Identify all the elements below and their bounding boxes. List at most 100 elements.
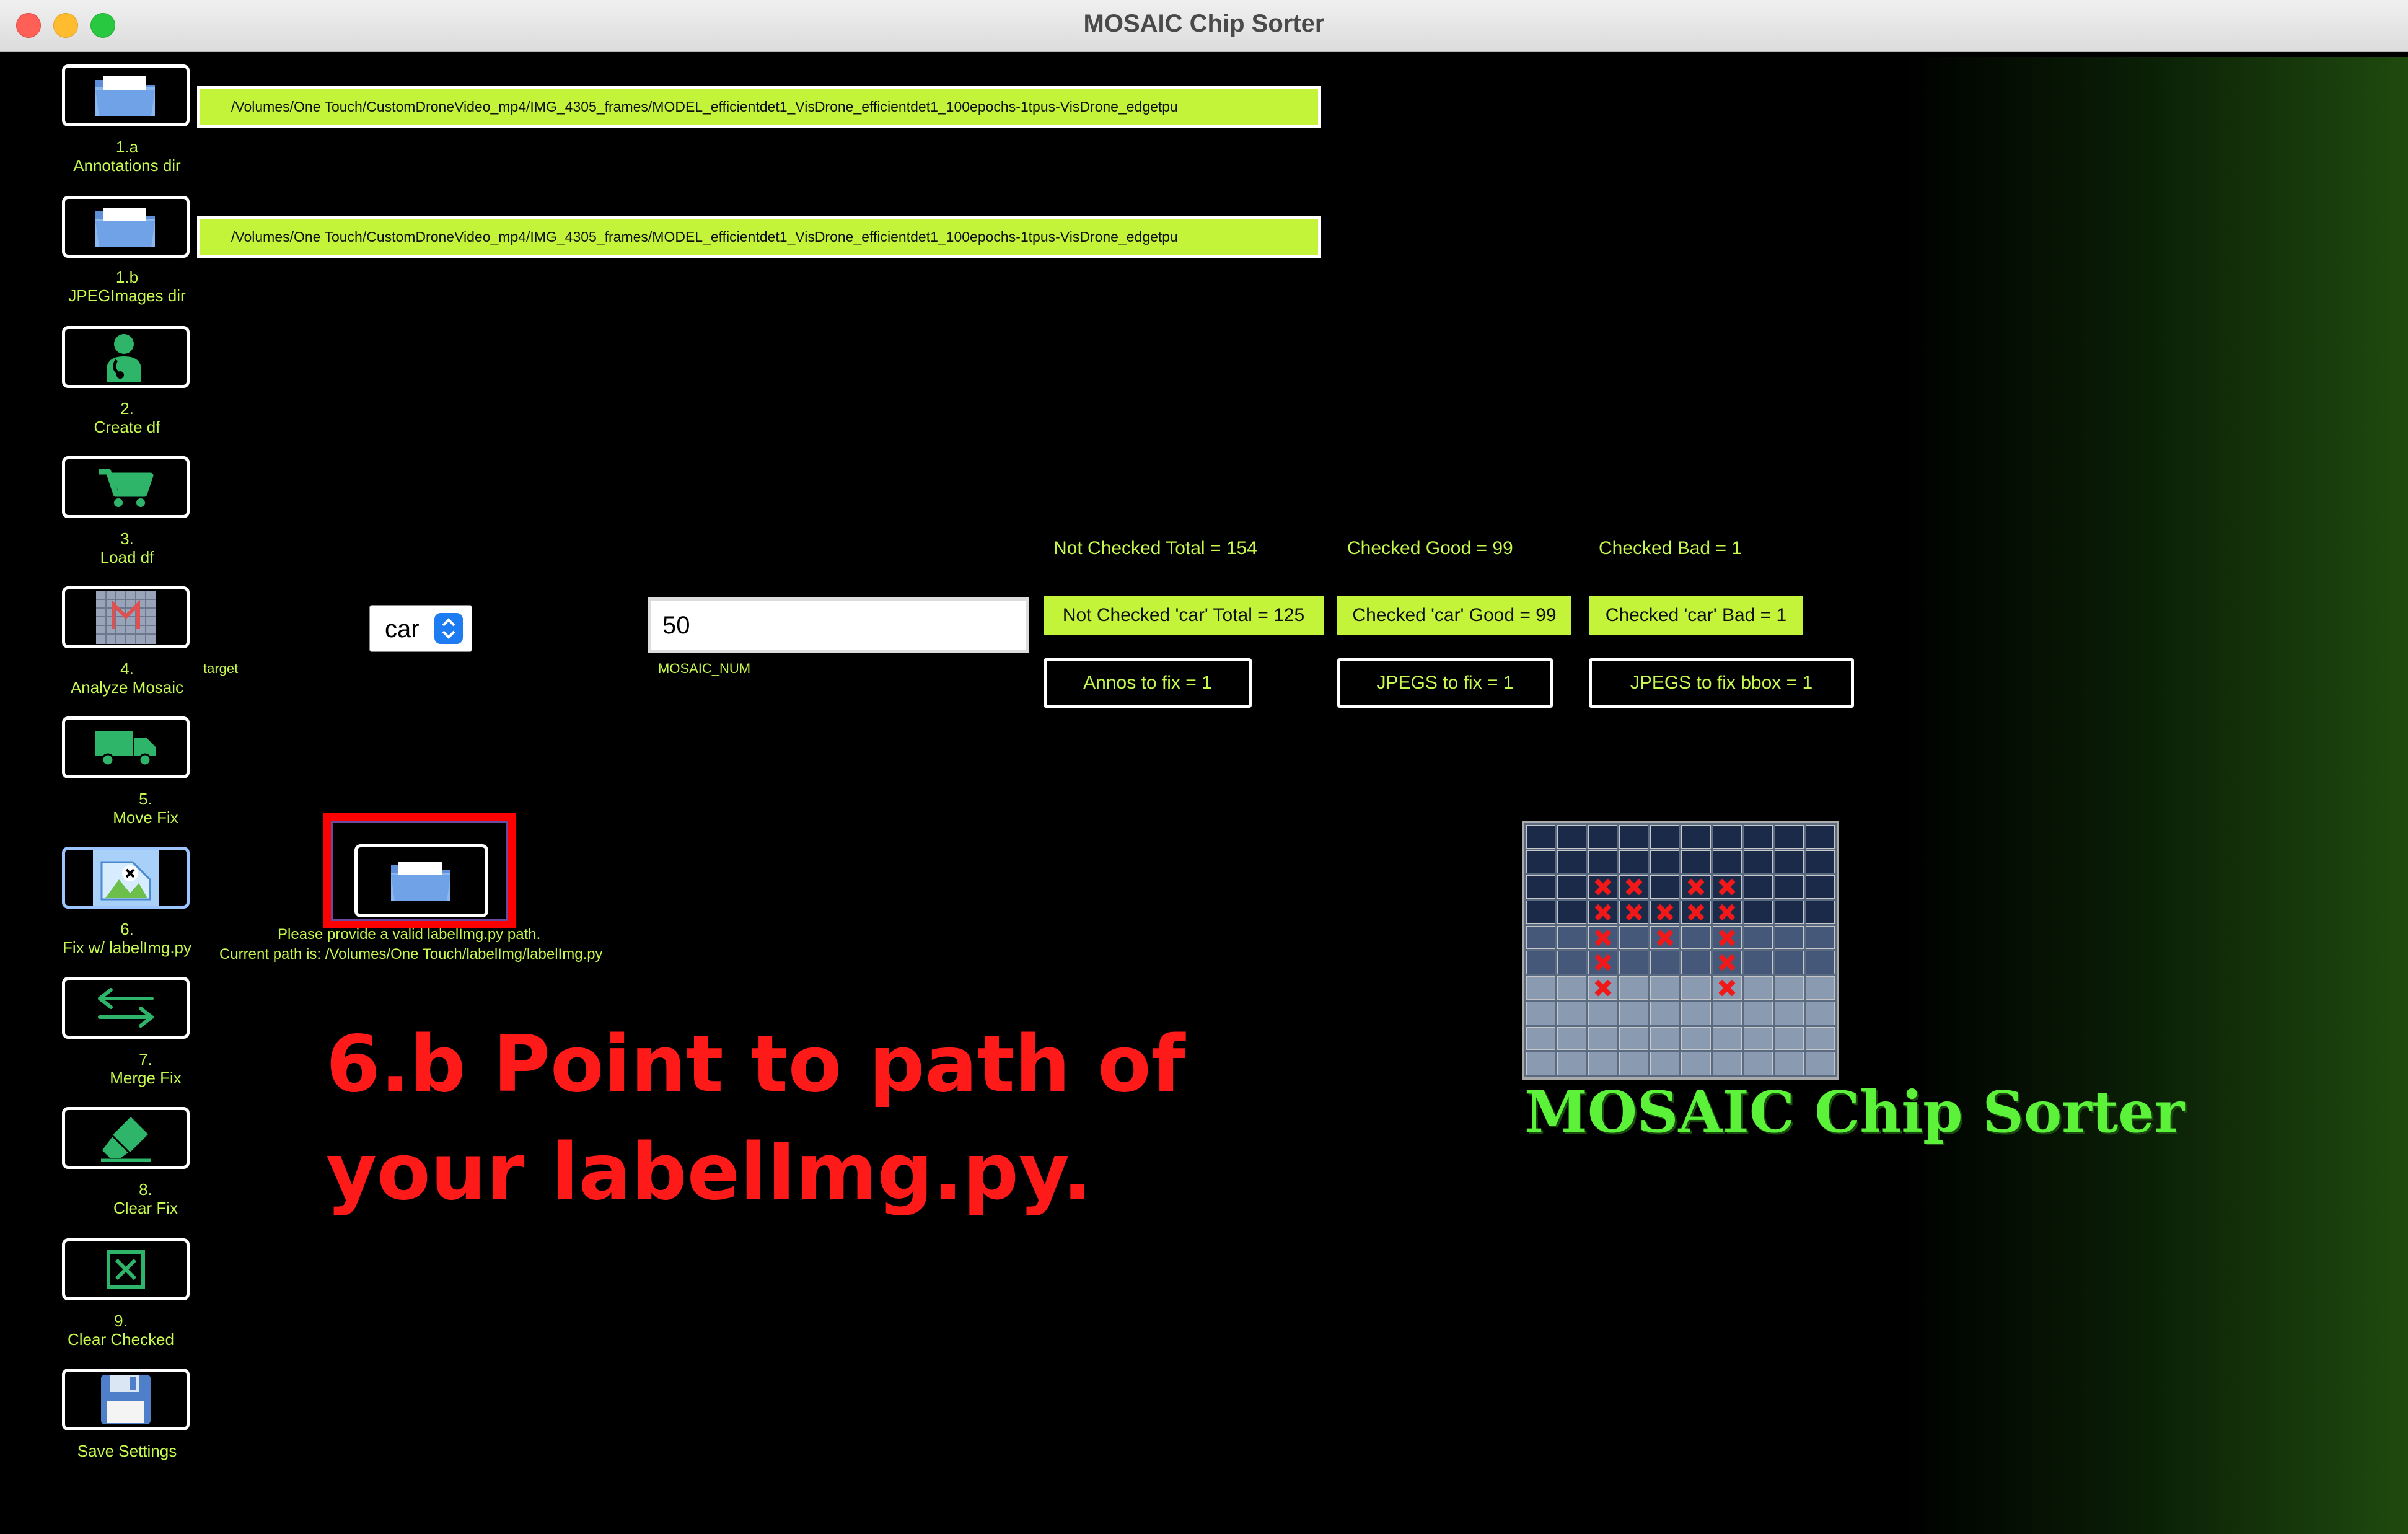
annotation-line-1: 6.b Point to path of	[326, 1018, 1185, 1109]
load-df-num: 3.	[120, 529, 134, 548]
mosaic-tile	[1588, 850, 1618, 874]
mosaic-preview	[1522, 821, 1839, 1080]
mosaic-tile	[1743, 1052, 1773, 1075]
labelimg-path-button[interactable]	[354, 844, 488, 917]
mosaic-tile	[1619, 850, 1649, 874]
mosaic-tile	[1743, 825, 1773, 849]
mosaic-tile	[1557, 875, 1587, 899]
mosaic-tile	[1712, 976, 1742, 1000]
labelimg-current-path: Current path is: /Volumes/One Touch/labe…	[219, 946, 603, 963]
mosaic-tile	[1619, 901, 1649, 924]
mosaic-tile	[1588, 901, 1618, 924]
annos-to-fix-button[interactable]: Annos to fix = 1	[1044, 658, 1252, 708]
mosaic-tile	[1805, 825, 1835, 849]
mosaic-tile	[1557, 925, 1587, 950]
mosaic-tile	[1619, 951, 1649, 975]
mosaic-tile	[1681, 875, 1711, 899]
annotations-dir-button[interactable]	[62, 64, 190, 126]
mosaic-tile	[1681, 850, 1711, 874]
checked-car-good: Checked 'car' Good = 99	[1337, 596, 1571, 635]
mosaic-tile	[1650, 850, 1680, 874]
mosaic-tile	[1526, 1026, 1556, 1051]
jpegimages-dir-num: 1.b	[115, 268, 139, 286]
create-df-button[interactable]	[62, 326, 190, 388]
clear-checked-num: 9.	[114, 1311, 128, 1330]
mosaic-tile	[1774, 1052, 1804, 1075]
mosaic-tile	[1712, 1001, 1742, 1025]
load-df-button[interactable]	[62, 456, 190, 518]
fix-with-labelimg-label: Fix w/ labelImg.py	[62, 938, 192, 957]
mosaic-tile	[1526, 825, 1556, 849]
save-settings-button[interactable]	[62, 1369, 190, 1430]
jpegimages-dir-button[interactable]	[62, 196, 190, 258]
window-title: MOSAIC Chip Sorter	[1083, 10, 1325, 37]
mosaic-tile	[1712, 1052, 1742, 1075]
mosaic-tile	[1588, 1026, 1618, 1051]
mosaic-tile	[1526, 1001, 1556, 1025]
mosaic-tile	[1712, 850, 1742, 874]
checked-good: Checked Good = 99	[1347, 538, 1513, 558]
checked-car-bad: Checked 'car' Bad = 1	[1589, 596, 1803, 635]
merge-fix-num: 7.	[139, 1050, 152, 1069]
mosaic-tile	[1619, 1026, 1649, 1051]
merge-fix-button[interactable]	[62, 977, 190, 1039]
mosaic-tile	[1774, 901, 1804, 924]
mosaic-tile	[1774, 1001, 1804, 1025]
mosaic-tile	[1712, 901, 1742, 924]
mosaic-tile	[1619, 1001, 1649, 1025]
instruction-annotation: 6.b Point to path of your labelImg.py.	[326, 1010, 1185, 1226]
mosaic-tile	[1526, 951, 1556, 975]
mosaic-tile	[1681, 925, 1711, 950]
mosaic-tile	[1681, 976, 1711, 1000]
move-fix-num: 5.	[139, 790, 152, 808]
mosaic-tile	[1526, 1052, 1556, 1075]
not-checked-total: Not Checked Total = 154	[1053, 538, 1257, 558]
not-checked-car-total: Not Checked 'car' Total = 125	[1044, 596, 1324, 635]
mosaic-tile	[1619, 825, 1649, 849]
mosaic-tile	[1681, 901, 1711, 924]
target-select[interactable]: car	[369, 605, 472, 652]
mosaic-tile	[1774, 850, 1804, 874]
mosaic-tile	[1650, 1026, 1680, 1051]
clear-fix-num: 8.	[139, 1180, 152, 1199]
clear-fix-button[interactable]	[62, 1107, 190, 1169]
jpegs-to-fix-bbox-button[interactable]: JPEGS to fix bbox = 1	[1589, 658, 1854, 708]
mosaic-tile	[1557, 976, 1587, 1000]
mosaic-tile	[1774, 951, 1804, 975]
doctor-icon	[107, 334, 141, 382]
annotations-dir-num: 1.a	[115, 138, 139, 156]
fix-with-labelimg-num: 6.	[120, 920, 134, 938]
fix-with-labelimg-button[interactable]	[62, 847, 190, 909]
mosaic-tile	[1557, 1052, 1587, 1075]
jpegimages-dir-path[interactable]: /Volumes/One Touch/CustomDroneVideo_mp4/…	[197, 216, 1321, 258]
mosaic-icon	[96, 591, 156, 644]
checkbox-x-icon	[107, 1250, 145, 1289]
move-fix-button[interactable]	[62, 716, 190, 778]
mosaic-tile	[1650, 1001, 1680, 1025]
checked-bad: Checked Bad = 1	[1599, 538, 1742, 558]
jpegs-to-fix-button[interactable]: JPEGS to fix = 1	[1337, 658, 1553, 708]
mosaic-tile	[1774, 875, 1804, 899]
mosaic-tile	[1650, 901, 1680, 924]
mosaic-tile	[1588, 1052, 1618, 1075]
brand-logo-text: MOSAIC Chip Sorter	[1524, 1078, 2185, 1145]
mosaic-tile	[1650, 951, 1680, 975]
mosaic-num-input[interactable]: 50	[648, 597, 1029, 653]
annotations-dir-path[interactable]: /Volumes/One Touch/CustomDroneVideo_mp4/…	[197, 86, 1321, 128]
cart-icon	[99, 469, 154, 507]
analyze-mosaic-button[interactable]	[62, 586, 190, 648]
create-df-num: 2.	[120, 399, 134, 418]
clear-checked-button[interactable]	[62, 1238, 190, 1300]
folder-icon	[95, 208, 155, 247]
mosaic-tile	[1588, 1001, 1618, 1025]
mosaic-tile	[1588, 875, 1618, 899]
mosaic-tile	[1712, 925, 1742, 950]
mosaic-tile	[1681, 1052, 1711, 1075]
mosaic-tile	[1805, 875, 1835, 899]
mosaic-tile	[1712, 951, 1742, 975]
title-bar: MOSAIC Chip Sorter	[0, 0, 2408, 52]
mosaic-tile	[1557, 901, 1587, 924]
mosaic-tile	[1557, 951, 1587, 975]
mosaic-tile	[1805, 976, 1835, 1000]
mosaic-tile	[1588, 925, 1618, 950]
